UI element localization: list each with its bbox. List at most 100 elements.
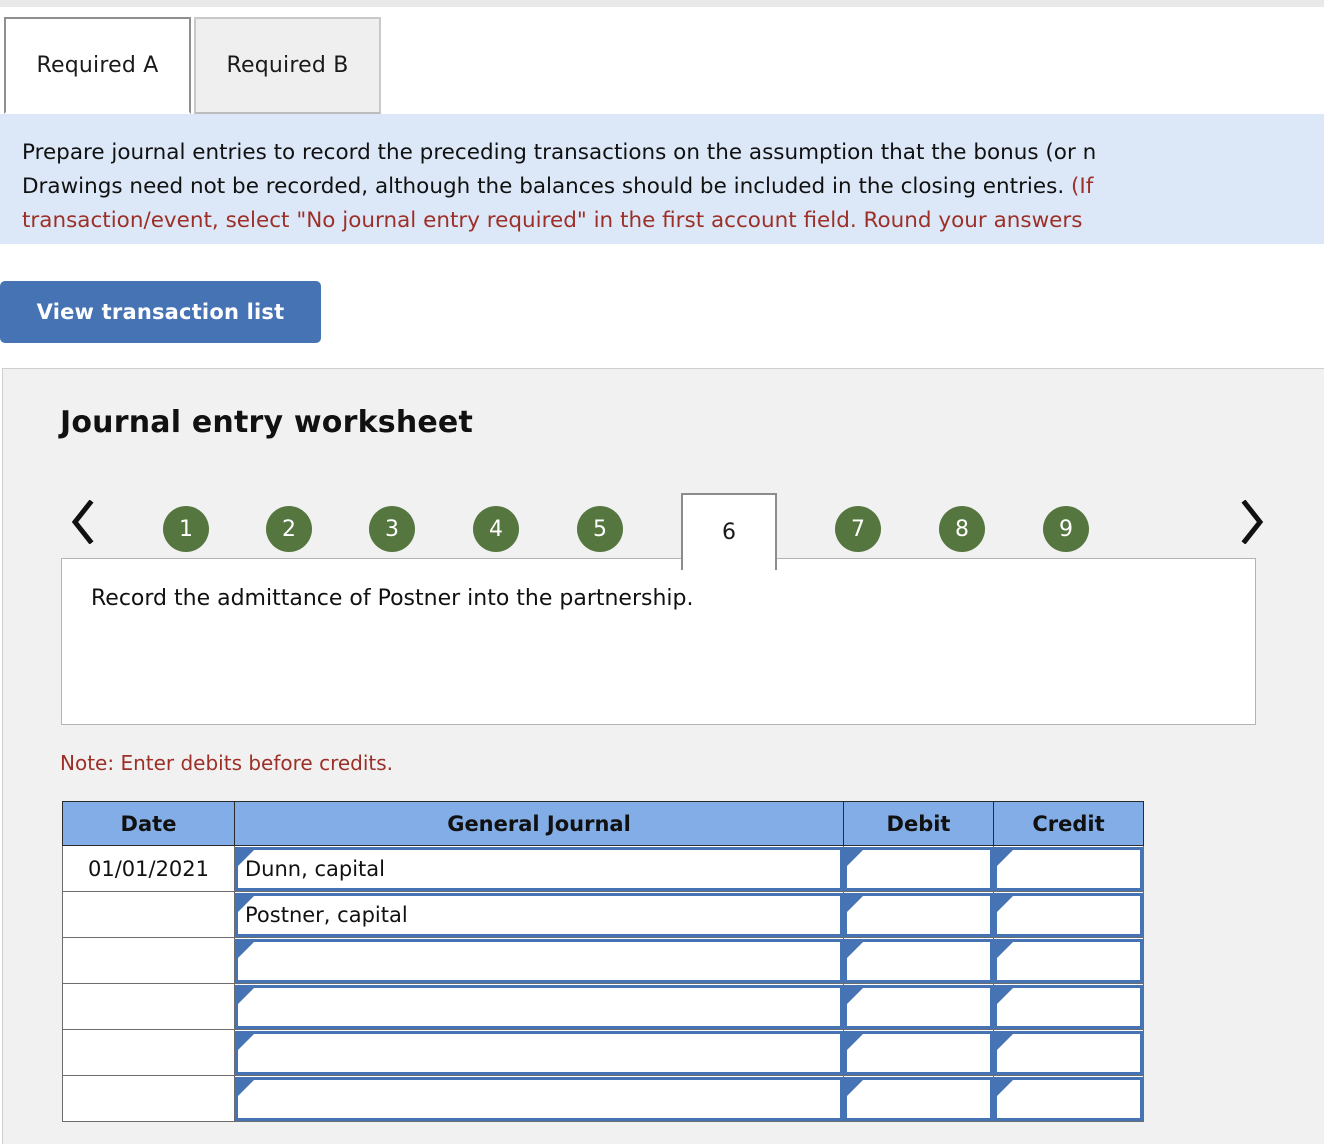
debit-cell[interactable] [843,891,994,938]
table-header-row: Date General Journal Debit Credit [62,801,1144,846]
account-cell[interactable]: Postner, capital [234,891,844,938]
column-header-credit: Credit [993,801,1144,846]
top-strip [0,0,1324,7]
debit-cell[interactable] [843,1075,994,1122]
date-cell[interactable] [62,983,235,1030]
worksheet-page-8[interactable]: 8 [939,506,985,552]
worksheet-pager: 1 2 3 4 5 6 7 8 9 [3,481,1324,570]
debit-cell[interactable] [843,1029,994,1076]
dropdown-triangle-icon [997,1033,1016,1053]
worksheet-page-2[interactable]: 2 [266,506,312,552]
credit-input-field[interactable] [994,846,1143,891]
chevron-right-icon[interactable] [1231,497,1273,547]
instructions-line-2-text: Drawings need not be recorded, although … [22,174,1071,199]
worksheet-page-1[interactable]: 1 [163,506,209,552]
debit-input-field[interactable] [844,892,993,937]
worksheet-page-2-label: 2 [282,516,296,542]
credit-input-field[interactable] [994,984,1143,1029]
dropdown-triangle-icon [847,987,866,1007]
credit-cell[interactable] [993,1029,1144,1076]
worksheet-page-8-label: 8 [955,516,969,542]
column-header-date: Date [62,801,235,846]
account-value: Dunn, capital [245,856,385,881]
tab-required-a-label: Required A [36,53,159,78]
dropdown-triangle-icon [997,987,1016,1007]
debit-input-field[interactable] [844,938,993,983]
page-title: Journal entry worksheet [60,405,474,440]
date-cell[interactable] [62,1029,235,1076]
account-cell[interactable] [234,937,844,984]
worksheet-page-9[interactable]: 9 [1043,506,1089,552]
account-cell[interactable] [234,983,844,1030]
dropdown-triangle-icon [847,1033,866,1053]
worksheet-page-6-label: 6 [722,520,736,545]
account-select-field[interactable] [235,1076,843,1121]
worksheet-page-6[interactable]: 6 [681,493,777,570]
date-cell[interactable]: 01/01/2021 [62,845,235,892]
account-select-field[interactable] [235,938,843,983]
account-select-field[interactable]: Postner, capital [235,892,843,937]
column-header-debit: Debit [843,801,994,846]
debit-input-field[interactable] [844,1030,993,1075]
table-row [62,1075,1144,1122]
debits-before-credits-note: Note: Enter debits before credits. [60,751,394,775]
debit-input-field[interactable] [844,984,993,1029]
credit-cell[interactable] [993,891,1144,938]
account-select-field[interactable] [235,1030,843,1075]
date-cell[interactable] [62,891,235,938]
instructions-line-1-text: Prepare journal entries to record the pr… [22,140,1097,165]
dropdown-triangle-icon [238,849,257,869]
debit-input-field[interactable] [844,846,993,891]
transaction-description-text: Record the admittance of Postner into th… [91,586,694,611]
credit-input-field[interactable] [994,1030,1143,1075]
debit-cell[interactable] [843,937,994,984]
tab-required-b[interactable]: Required B [194,17,381,114]
journal-entry-worksheet-panel: Journal entry worksheet 1 2 3 4 5 6 7 8 … [2,368,1324,1144]
instructions-banner: Prepare journal entries to record the pr… [0,114,1324,244]
worksheet-page-3[interactable]: 3 [369,506,415,552]
account-select-field[interactable] [235,984,843,1029]
general-journal-table: Date General Journal Debit Credit 01/01/… [62,801,1144,1122]
credit-input-field[interactable] [994,892,1143,937]
instructions-line-2: Drawings need not be recorded, although … [22,170,1324,204]
account-select-field[interactable]: Dunn, capital [235,846,843,891]
dropdown-triangle-icon [997,849,1016,869]
account-cell[interactable]: Dunn, capital [234,845,844,892]
credit-cell[interactable] [993,1075,1144,1122]
worksheet-page-5-label: 5 [593,516,607,542]
table-row: Postner, capital [62,891,1144,938]
dropdown-triangle-icon [847,1079,866,1099]
tab-required-a[interactable]: Required A [4,17,191,114]
column-header-general-journal: General Journal [234,801,844,846]
worksheet-page-4[interactable]: 4 [473,506,519,552]
debit-cell[interactable] [843,845,994,892]
dropdown-triangle-icon [847,895,866,915]
worksheet-page-9-label: 9 [1059,516,1073,542]
worksheet-page-5[interactable]: 5 [577,506,623,552]
dropdown-triangle-icon [997,941,1016,961]
table-row: 01/01/2021 Dunn, capital [62,845,1144,892]
credit-cell[interactable] [993,983,1144,1030]
dropdown-triangle-icon [238,1079,257,1099]
journal-entry-screen: Required A Required B Prepare journal en… [0,0,1324,1144]
account-cell[interactable] [234,1075,844,1122]
debit-input-field[interactable] [844,1076,993,1121]
date-cell[interactable] [62,937,235,984]
instructions-line-3: transaction/event, select "No journal en… [22,204,1324,238]
date-cell[interactable] [62,1075,235,1122]
credit-cell[interactable] [993,937,1144,984]
worksheet-page-1-label: 1 [179,516,193,542]
credit-input-field[interactable] [994,938,1143,983]
credit-input-field[interactable] [994,1076,1143,1121]
account-cell[interactable] [234,1029,844,1076]
dropdown-triangle-icon [997,895,1016,915]
credit-cell[interactable] [993,845,1144,892]
view-transaction-list-button[interactable]: View transaction list [0,281,321,343]
debit-cell[interactable] [843,983,994,1030]
worksheet-page-4-label: 4 [489,516,503,542]
instructions-line-1: Prepare journal entries to record the pr… [22,136,1324,170]
worksheet-page-7[interactable]: 7 [835,506,881,552]
chevron-left-icon[interactable] [61,497,103,547]
dropdown-triangle-icon [238,941,257,961]
dropdown-triangle-icon [238,987,257,1007]
